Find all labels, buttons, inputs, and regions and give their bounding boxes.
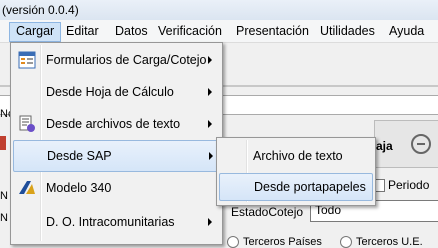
radio-terceros-ue[interactable] (340, 236, 352, 248)
submenu-arrow-icon (208, 120, 212, 128)
menu-bar: Cargar Editar Datos Verificación Present… (0, 20, 438, 43)
menu-item-label: D. O. Intracomunitarias (46, 215, 175, 229)
menu-item-modelo-340[interactable]: Modelo 340 (13, 173, 220, 203)
menu-item-label: Modelo 340 (46, 181, 112, 195)
minus-circle-icon[interactable] (411, 134, 431, 154)
panel-caption: aja (376, 139, 393, 153)
agency-logo-icon (18, 179, 36, 197)
menu-item-label: Desde archivos de texto (46, 117, 181, 131)
submenu-item-label: Archivo de texto (253, 149, 343, 163)
option-terceros-ue[interactable]: Terceros U.E. (356, 236, 423, 248)
menu-item-archivos-texto[interactable]: Desde archivos de texto (13, 109, 220, 139)
cargar-menu: Formularios de Carga/Cotejo Desde Hoja d… (10, 42, 223, 245)
submenu-arrow-icon (208, 88, 212, 96)
option-terceros-paises[interactable]: Terceros Países (243, 236, 322, 248)
sap-submenu: Archivo de texto Desde portapapeles (216, 137, 376, 206)
menu-verificacion[interactable]: Verificación (152, 23, 228, 41)
radio-terceros-paises[interactable] (227, 236, 239, 248)
submenu-arrow-icon (208, 218, 212, 226)
left-label-3: N (0, 212, 8, 224)
red-icon (0, 136, 6, 150)
menu-item-desde-sap[interactable]: Desde SAP (13, 140, 222, 172)
title-bar: (versión 0.0.4) (0, 0, 438, 20)
menu-ayuda[interactable]: Ayuda (383, 23, 430, 41)
menu-datos[interactable]: Datos (109, 23, 154, 41)
menu-item-formularios[interactable]: Formularios de Carga/Cotejo (13, 45, 220, 75)
menu-item-label: Formularios de Carga/Cotejo (46, 53, 207, 67)
menu-item-label: Desde SAP (47, 149, 112, 163)
window-title: (versión 0.0.4) (2, 3, 79, 17)
menu-presentacion[interactable]: Presentación (230, 23, 315, 41)
submenu-arrow-icon (208, 56, 212, 64)
menu-cargar[interactable]: Cargar (9, 22, 62, 42)
left-label-2: N (0, 190, 8, 202)
menu-item-hoja-calculo[interactable]: Desde Hoja de Cálculo (13, 77, 220, 107)
estado-label: EstadoCotejo (231, 205, 304, 219)
menu-item-intracomunitarias[interactable]: D. O. Intracomunitarias (13, 207, 220, 237)
submenu-item-archivo-texto[interactable]: Archivo de texto (219, 143, 371, 169)
menu-utilidades[interactable]: Utilidades (314, 23, 381, 41)
menu-editar[interactable]: Editar (60, 23, 105, 41)
submenu-arrow-icon (209, 152, 213, 160)
form-icon (18, 51, 36, 69)
periodo-label: Periodo (388, 178, 430, 192)
menu-item-label: Desde Hoja de Cálculo (46, 85, 174, 99)
submenu-item-portapapeles[interactable]: Desde portapapeles (219, 173, 373, 201)
text-file-icon (18, 115, 36, 133)
submenu-item-label: Desde portapapeles (254, 180, 366, 194)
